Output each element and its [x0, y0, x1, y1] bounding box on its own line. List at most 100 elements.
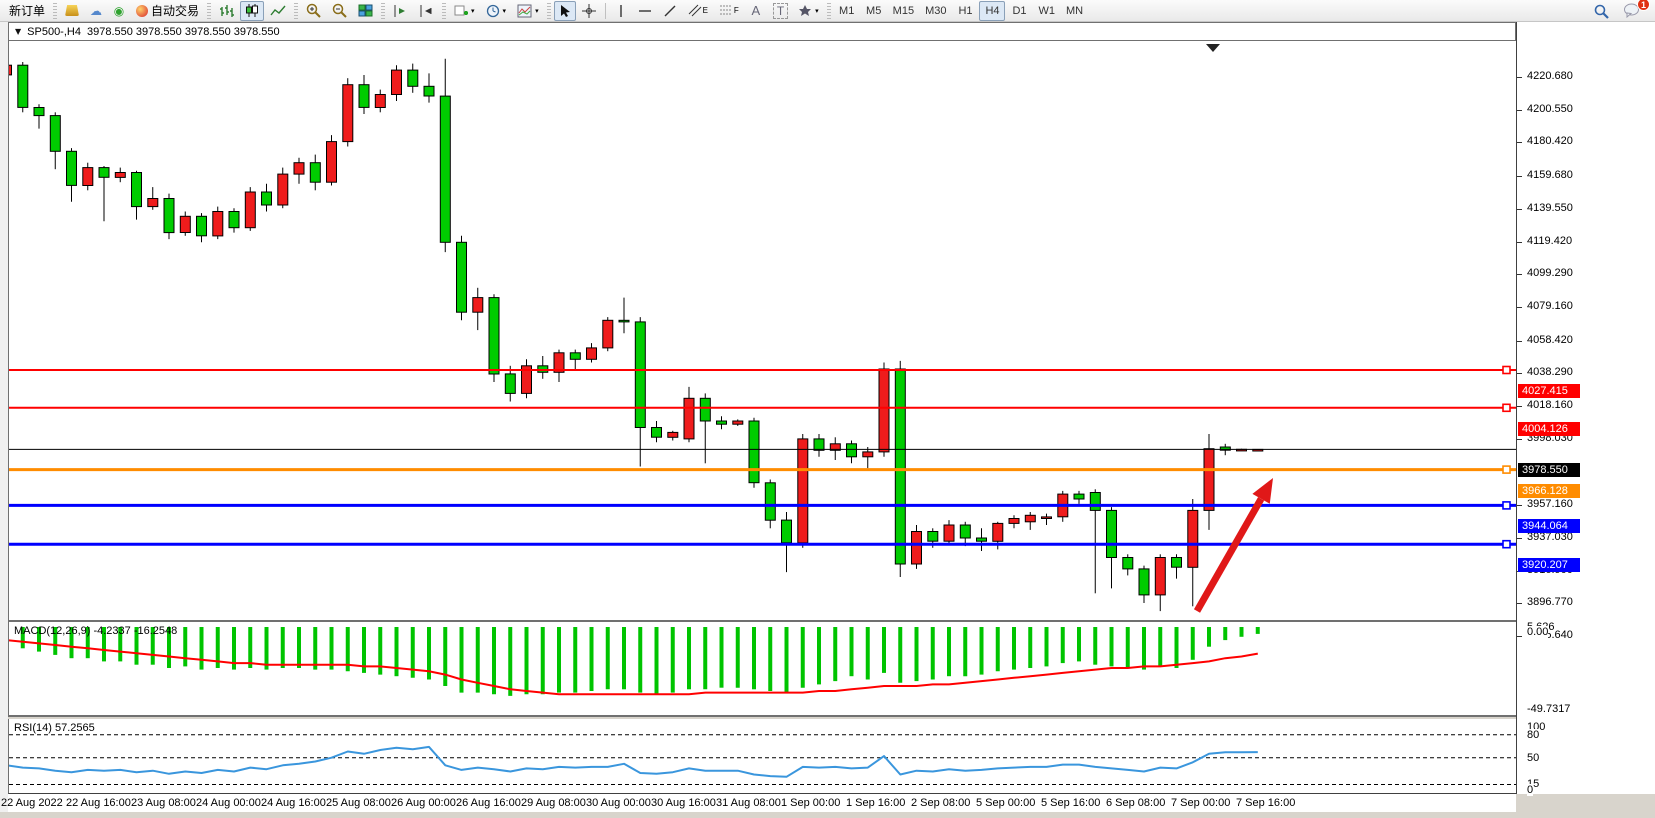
signals-button[interactable]: ◉: [108, 1, 130, 21]
timeframe-button-m30[interactable]: M30: [920, 1, 951, 21]
autotrade-button[interactable]: 自动交易: [131, 1, 204, 21]
window-bottom-edge: [0, 812, 1655, 818]
templates-button[interactable]: ▾: [512, 1, 544, 21]
timeframe-button-mn[interactable]: MN: [1061, 1, 1088, 21]
text-tool-button[interactable]: A: [745, 1, 767, 21]
time-axis-label: 29 Aug 08:00: [521, 797, 586, 809]
channel-tool-button[interactable]: E: [683, 1, 713, 21]
time-axis-label: 22 Aug 2022: [1, 797, 63, 809]
timeframe-button-m5[interactable]: M5: [861, 1, 887, 21]
level-line-handle: [1503, 502, 1510, 509]
vline-tool-button[interactable]: [610, 1, 632, 21]
new-order-button[interactable]: 新订单: [4, 1, 50, 21]
autotrade-icon: [136, 5, 148, 17]
rsi-axis-label: 80: [1527, 729, 1539, 741]
notifications-button[interactable]: 1: [1618, 1, 1645, 21]
time-axis[interactable]: 22 Aug 202222 Aug 16:0023 Aug 08:0024 Au…: [8, 794, 1516, 812]
bear-candle: [18, 65, 28, 107]
cursor-tool-button[interactable]: [554, 1, 576, 21]
bear-candle: [570, 353, 580, 360]
bear-candle: [717, 421, 727, 424]
time-axis-label: 7 Sep 00:00: [1171, 797, 1230, 809]
rsi-canvas: [9, 719, 1517, 793]
bear-candle: [960, 525, 970, 538]
line-chart-mode-button[interactable]: [265, 1, 291, 21]
rsi-pane[interactable]: [8, 719, 1516, 794]
timeframe-label: W1: [1038, 5, 1055, 17]
macd-axis-label: 0.00: [1527, 626, 1548, 638]
timeframe-button-m15[interactable]: M15: [888, 1, 919, 21]
rsi-axis-label: 50: [1527, 752, 1539, 764]
candlestick-mode-button[interactable]: [240, 1, 264, 21]
bull-candle: [343, 85, 353, 142]
timeframe-button-h4[interactable]: H4: [979, 1, 1005, 21]
zoom-in-button[interactable]: [301, 1, 326, 21]
timeframe-button-m1[interactable]: M1: [834, 1, 860, 21]
arrows-tool-button[interactable]: ▾: [794, 1, 824, 21]
time-axis-label: 24 Aug 16:00: [261, 797, 326, 809]
history-center-button[interactable]: [60, 1, 84, 21]
bull-candle: [83, 168, 93, 186]
bear-candle: [164, 199, 174, 233]
bear-candle: [408, 70, 418, 86]
timeframe-button-w1[interactable]: W1: [1033, 1, 1060, 21]
hline-tool-button[interactable]: [633, 1, 657, 21]
search-button[interactable]: [1588, 1, 1614, 21]
time-axis-label: 2 Sep 08:00: [911, 797, 970, 809]
bull-candle: [9, 65, 12, 75]
price-axis[interactable]: 4220.6804200.5504180.4204159.6804139.550…: [1516, 22, 1655, 794]
timeframe-button-d1[interactable]: D1: [1006, 1, 1032, 21]
timeframe-button-h1[interactable]: H1: [952, 1, 978, 21]
bear-candle: [1074, 494, 1084, 499]
bear-candle: [1172, 558, 1182, 568]
time-axis-label: 5 Sep 00:00: [976, 797, 1035, 809]
bull-candle: [587, 348, 597, 359]
virtual-hosting-button[interactable]: ☁: [85, 1, 107, 21]
periods-button[interactable]: ▾: [481, 1, 512, 21]
macd-axis-label: -49.7317: [1527, 703, 1570, 715]
price-axis-label: 4038.290: [1527, 366, 1573, 378]
macd-pane[interactable]: [8, 622, 1516, 717]
toolbar-separator: [547, 3, 551, 19]
price-axis-tick: [1517, 142, 1522, 143]
time-axis-label: 31 Aug 08:00: [716, 797, 781, 809]
price-axis-tick: [1517, 603, 1522, 604]
bull-candle: [863, 452, 873, 457]
bear-candle: [359, 85, 369, 108]
price-axis-label: 4018.160: [1527, 399, 1573, 411]
indicators-button[interactable]: ▾: [449, 1, 480, 21]
chart-ohlc-values: 3978.550 3978.550 3978.550 3978.550: [87, 26, 280, 38]
chart-shift-button[interactable]: [414, 1, 439, 21]
tile-windows-icon: [358, 4, 373, 18]
tile-windows-button[interactable]: [353, 1, 378, 21]
bear-candle: [928, 532, 938, 542]
timeframe-group: M1M5M15 M30 H1H4 D1 W1 MN: [834, 1, 1088, 21]
bull-candle: [327, 142, 337, 183]
time-axis-label: 30 Aug 16:00: [651, 797, 716, 809]
bull-candle: [1009, 519, 1019, 524]
time-axis-label: 7 Sep 16:00: [1236, 797, 1295, 809]
bull-candle: [1042, 517, 1052, 519]
auto-scroll-button[interactable]: [388, 1, 413, 21]
chart-title-bar[interactable]: ▼ SP500-,H4 3978.550 3978.550 3978.550 3…: [8, 22, 1516, 40]
bear-candle: [229, 212, 239, 228]
price-badge: 4027.415: [1518, 384, 1580, 398]
fibonacci-letter: F: [734, 6, 739, 15]
arrow-objects-icon: [799, 4, 812, 17]
fibonacci-tool-button[interactable]: F: [714, 1, 744, 21]
time-axis-label: 1 Sep 16:00: [846, 797, 905, 809]
trendline-tool-button[interactable]: [658, 1, 682, 21]
bull-candle: [115, 173, 125, 178]
timeframe-label: M30: [925, 5, 946, 17]
bar-chart-mode-button[interactable]: [214, 1, 239, 21]
text-label-tool-button[interactable]: T: [768, 1, 793, 21]
crosshair-tool-button[interactable]: [577, 1, 601, 21]
fibonacci-icon: [719, 4, 733, 17]
chart-menu-icon[interactable]: ▼: [15, 27, 21, 36]
chevron-down-icon: ▾: [535, 7, 539, 15]
time-axis-label: 24 Aug 00:00: [196, 797, 261, 809]
zoom-out-button[interactable]: [327, 1, 352, 21]
rsi-line: [9, 747, 1258, 777]
timeframe-label: D1: [1012, 5, 1026, 17]
price-pane[interactable]: [8, 40, 1516, 622]
